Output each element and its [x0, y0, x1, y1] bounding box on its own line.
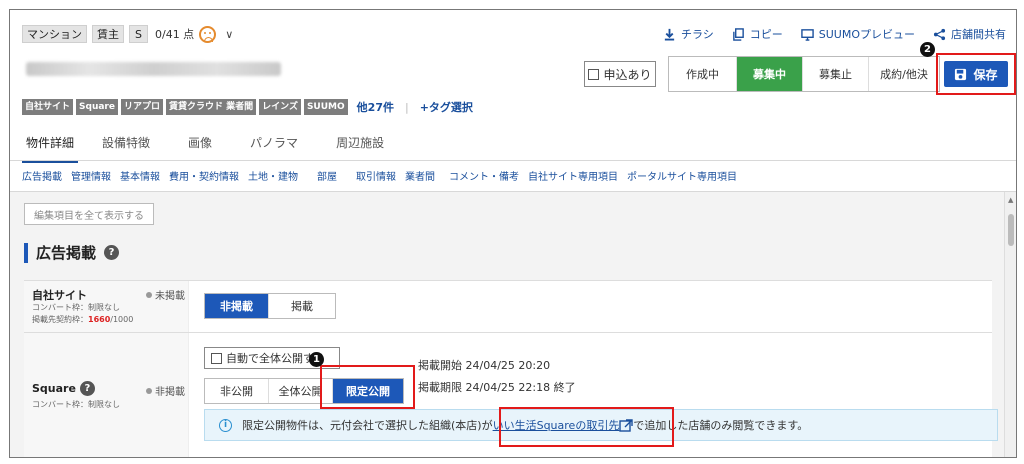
property-type-chips: マンション 賃主 S 0/41 点 ∨ [22, 25, 233, 43]
section-link[interactable]: 部屋 [317, 168, 337, 183]
section-link[interactable]: 管理情報 [71, 168, 111, 183]
download-icon [664, 28, 675, 41]
section-link[interactable]: 土地・建物 [248, 168, 298, 183]
scroll-up-icon[interactable]: ▲ [1008, 196, 1013, 204]
flyer-link[interactable]: チラシ [663, 26, 714, 42]
suumo-preview-link[interactable]: SUUMOプレビュー [800, 26, 915, 42]
square-label: Square? [32, 381, 95, 396]
listing-end: 掲載期限 24/04/25 22:18 終了 [418, 381, 576, 394]
section-heading: 広告掲載 ? [24, 242, 120, 263]
own-site-status: 未掲載 [146, 287, 185, 302]
status-stopped-button[interactable]: 募集止 [803, 57, 869, 91]
info-icon: i [219, 418, 232, 432]
copy-link[interactable]: コピー [732, 26, 783, 42]
tab-panorama[interactable]: パノラマ [246, 128, 312, 163]
sad-face-icon [199, 25, 217, 43]
tag: レインズ [259, 99, 301, 115]
application-checkbox[interactable]: 申込あり [584, 61, 656, 87]
section-link[interactable]: 費用・契約情報 [169, 168, 239, 183]
save-highlight [936, 53, 1016, 95]
own-site-toggle: 非掲載 掲載 [204, 293, 336, 319]
copy-icon [732, 27, 744, 41]
add-tag-link[interactable]: +タグ選択 [420, 99, 473, 115]
tab-property-details[interactable]: 物件詳細 [22, 128, 79, 163]
tab-surroundings[interactable]: 周辺施設 [332, 128, 398, 163]
tag: 賃貸クラウド 業者間 [165, 99, 257, 115]
private-option[interactable]: 非公開 [205, 379, 269, 403]
section-link[interactable]: 業者間 [405, 168, 435, 183]
section-link[interactable]: 取引情報 [356, 168, 396, 183]
section-title: 広告掲載 [36, 244, 97, 262]
chevron-down-icon[interactable]: ∨ [225, 28, 233, 41]
monitor-icon [800, 28, 814, 41]
score-points: 0/41 点 [154, 28, 195, 41]
listing-status-group: 作成中 募集中 募集止 成約/他決 [668, 56, 940, 92]
convert-limit-text: コンバート枠：制限なし [32, 400, 120, 409]
tag-list: 自社サイト Square リアプロ 賃貸クラウド 業者間 レインズ SUUMO … [22, 99, 473, 115]
convert-limit-text: コンバート枠：制限なし [32, 303, 120, 312]
checkbox-icon [211, 352, 222, 364]
contract-limit-text: 掲載先契約枠：1660/1000 [32, 315, 134, 324]
property-editor: マンション 賃主 S 0/41 点 ∨ チラシ コピー SUUMOプレビュー 店… [9, 9, 1017, 458]
section-nav: 広告掲載 管理情報 基本情報 費用・契約情報 土地・建物 部屋 取引情報 業者間… [22, 168, 737, 183]
status-closed-button[interactable]: 成約/他決 [869, 57, 939, 91]
help-icon[interactable]: ? [79, 381, 95, 396]
section-link[interactable]: 自社サイト専用項目 [528, 168, 618, 183]
unpublish-option[interactable]: 非掲載 [205, 294, 269, 318]
owner-chip: 賃主 [92, 25, 124, 43]
section-link[interactable]: 広告掲載 [22, 168, 62, 183]
section-link[interactable]: ポータルサイト専用項目 [627, 168, 737, 183]
divider [10, 160, 1016, 161]
scroll-thumb[interactable] [1008, 214, 1014, 246]
tag: Square [76, 99, 118, 115]
limited-highlight [320, 365, 415, 409]
publish-option[interactable]: 掲載 [269, 294, 335, 318]
status-draft-button[interactable]: 作成中 [669, 57, 737, 91]
step-marker-1: 1 [309, 352, 324, 367]
main-tabs: 物件詳細 設備特徴 画像 パノラマ 周辺施設 [22, 128, 418, 163]
help-icon[interactable]: ? [104, 245, 120, 260]
status-dot-icon [146, 291, 152, 298]
tab-images[interactable]: 画像 [184, 128, 226, 163]
tag: リアプロ [120, 99, 163, 115]
tag: 自社サイト [22, 99, 74, 115]
more-tags-link[interactable]: 他27件 [357, 99, 394, 115]
status-recruiting-button[interactable]: 募集中 [737, 57, 803, 91]
square-status: 非掲載 [146, 383, 185, 398]
divider: | [404, 100, 409, 114]
show-all-fields-button[interactable]: 編集項目を全て表示する [24, 203, 154, 225]
share-icon [933, 28, 946, 40]
step-marker-2: 2 [920, 42, 935, 57]
header-actions: チラシ コピー SUUMOプレビュー 店舗間共有 [663, 26, 1006, 42]
tab-equipment[interactable]: 設備特徴 [98, 128, 164, 163]
own-site-label: 自社サイト [32, 289, 87, 302]
store-share-link[interactable]: 店舗間共有 [933, 26, 1006, 42]
listing-start: 掲載開始 24/04/25 20:20 [418, 359, 551, 372]
section-link[interactable]: 基本情報 [120, 168, 160, 183]
type-chip: マンション [22, 25, 87, 43]
own-site-row: 自社サイト コンバート枠：制限なし 掲載先契約枠：1660/1000 未掲載 非… [24, 280, 992, 332]
property-name-redacted [26, 62, 281, 76]
link-highlight [499, 407, 674, 447]
status-dot-icon [146, 387, 152, 394]
checkbox-icon [588, 68, 600, 80]
section-link[interactable]: コメント・備考 [449, 168, 519, 183]
scrollbar[interactable]: ▲ [1004, 192, 1016, 457]
heading-bar [24, 242, 28, 263]
tag: SUUMO [303, 99, 348, 115]
rank-chip: S [129, 25, 148, 43]
